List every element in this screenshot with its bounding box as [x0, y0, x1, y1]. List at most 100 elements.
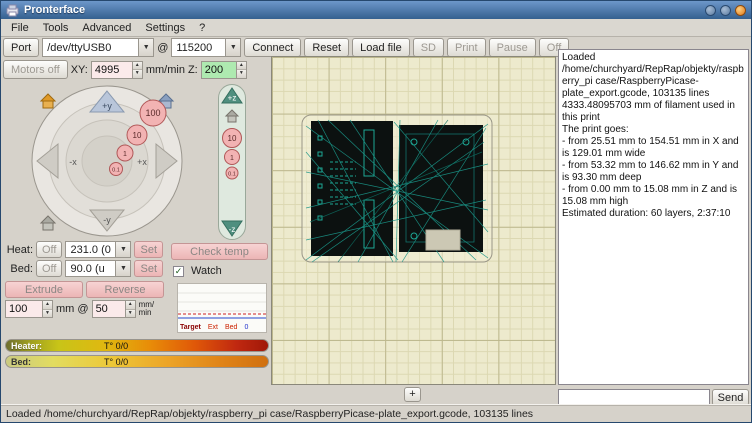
minus-y-label: -y [103, 215, 111, 225]
home-x-icon[interactable] [41, 94, 55, 108]
bed-set-button[interactable]: Set [134, 260, 163, 277]
spin-up-icon[interactable]: ▲ [133, 62, 142, 71]
minimize-button[interactable] [705, 5, 716, 16]
z-feed-spinner[interactable]: ▲ ▼ [201, 61, 247, 79]
window-title: Pronterface [24, 4, 85, 16]
extrude-speed-spinner[interactable]: ▲ ▼ [92, 300, 136, 318]
check-temp-button[interactable]: Check temp [171, 243, 268, 260]
heat-temp-combobox[interactable]: 231.0 (0 ▼ [65, 241, 131, 258]
heater-gauge: Heater: T° 0/0 [5, 339, 269, 352]
reset-button[interactable]: Reset [304, 38, 349, 57]
xy-feed-spinner[interactable]: ▲ ▼ [91, 61, 143, 79]
pause-button[interactable]: Pause [489, 38, 536, 57]
menubar: File Tools Advanced Settings ? [1, 19, 751, 37]
case-part-left [311, 121, 393, 256]
gcode-viewer[interactable] [271, 56, 556, 385]
xy-step-100-label: 100 [145, 108, 160, 118]
heat-set-button[interactable]: Set [134, 241, 163, 258]
extrude-length-spinner[interactable]: ▲ ▼ [5, 300, 53, 318]
chevron-down-icon[interactable]: ▼ [138, 39, 153, 56]
print-button[interactable]: Print [447, 38, 486, 57]
pronterface-window: Pronterface File Tools Advanced Settings… [0, 0, 752, 423]
chevron-down-icon[interactable]: ▼ [225, 39, 240, 56]
z-step-1-label: 1 [230, 155, 234, 162]
extrude-length-input[interactable] [6, 301, 42, 317]
bed-temp-value: 90.0 (u [66, 263, 115, 275]
extrude-length-unit: mm @ [56, 303, 89, 315]
home-all-icon[interactable] [41, 216, 55, 230]
baud-combobox[interactable]: 115200 ▼ [171, 38, 241, 57]
menu-advanced[interactable]: Advanced [75, 20, 138, 36]
watch-checkbox[interactable]: ✓ [173, 266, 184, 277]
port-combobox[interactable]: /dev/ttyUSB0 ▼ [42, 38, 154, 57]
window-controls [705, 5, 746, 16]
spin-down-icon[interactable]: ▼ [237, 70, 246, 78]
bed-gauge-value: T° 0/0 [104, 357, 128, 367]
close-button[interactable] [735, 5, 746, 16]
z-feed-label: Z: [188, 64, 198, 76]
heat-off-button[interactable]: Off [36, 241, 62, 258]
z-step-01-label: 0.1 [228, 172, 236, 178]
menu-help[interactable]: ? [192, 20, 212, 36]
xy-step-10-label: 10 [133, 131, 142, 140]
at-label: @ [157, 42, 168, 54]
log-output[interactable]: Loaded /home/churchyard/RepRap/objekty/r… [558, 49, 749, 385]
minus-z-label: -z [229, 225, 236, 234]
temp-graph: Target Ext Bed 0 [177, 283, 267, 333]
extrude-speed-input[interactable] [93, 301, 125, 317]
z-jog-strip: +z 10 1 0.1 -z [217, 83, 247, 241]
heater-gauge-label: Heater: [6, 341, 42, 351]
menu-file[interactable]: File [4, 20, 36, 36]
extrude-button[interactable]: Extrude [5, 281, 83, 298]
bed-temp-combobox[interactable]: 90.0 (u ▼ [65, 260, 131, 277]
main-content: Port /dev/ttyUSB0 ▼ @ 115200 ▼ Connect R… [1, 37, 751, 404]
xy-feed-input[interactable] [92, 62, 132, 78]
statusbar: Loaded /home/churchyard/RepRap/objekty/r… [1, 404, 751, 422]
heat-temp-value: 231.0 (0 [66, 244, 115, 256]
minus-x-label: -x [69, 157, 77, 167]
watch-label: Watch [191, 265, 222, 277]
watch-row: ✓ Watch [173, 265, 222, 277]
xy-feed-label: XY: [71, 64, 88, 76]
xy-step-1-label: 1 [123, 151, 127, 158]
spin-up-icon[interactable]: ▲ [237, 62, 246, 71]
load-file-button[interactable]: Load file [352, 38, 410, 57]
zoom-in-button[interactable]: + [404, 387, 421, 402]
chevron-down-icon[interactable]: ▼ [115, 261, 130, 276]
plus-x-label: +x [137, 157, 147, 167]
extrude-amount-row: ▲ ▼ mm @ ▲ ▼ mm/min [5, 300, 154, 318]
chevron-down-icon[interactable]: ▼ [115, 242, 130, 257]
bed-label: Bed: [5, 263, 33, 275]
port-button[interactable]: Port [3, 38, 39, 57]
spin-down-icon[interactable]: ▼ [126, 310, 135, 318]
extrude-speed-unit: mm/min [139, 301, 155, 317]
command-input[interactable] [558, 389, 710, 405]
bed-temp-row: Bed: Off 90.0 (u ▼ Set [5, 260, 163, 277]
titlebar[interactable]: Pronterface [1, 1, 751, 19]
temp-graph-plot [178, 284, 266, 320]
connection-toolbar: Port /dev/ttyUSB0 ▼ @ 115200 ▼ Connect R… [3, 38, 569, 57]
motors-off-button[interactable]: Motors off [3, 60, 68, 79]
spin-up-icon[interactable]: ▲ [126, 301, 135, 310]
reverse-button[interactable]: Reverse [86, 281, 164, 298]
bed-off-button[interactable]: Off [36, 260, 62, 277]
z-feed-input[interactable] [202, 62, 236, 78]
connect-button[interactable]: Connect [244, 38, 301, 57]
legend-ext: Ext [208, 324, 218, 331]
spin-down-icon[interactable]: ▼ [133, 70, 142, 78]
maximize-button[interactable] [720, 5, 731, 16]
z-step-10-label: 10 [228, 134, 237, 143]
bed-gauge-label: Bed: [6, 357, 31, 367]
menu-tools[interactable]: Tools [36, 20, 76, 36]
xy-feed-unit: mm/min [146, 64, 185, 76]
legend-bed: Bed [225, 324, 237, 331]
heat-label: Heat: [5, 244, 33, 256]
xy-step-01-label: 0.1 [112, 168, 120, 174]
spin-up-icon[interactable]: ▲ [43, 301, 52, 310]
menu-settings[interactable]: Settings [138, 20, 192, 36]
spin-down-icon[interactable]: ▼ [43, 310, 52, 318]
app-icon [6, 4, 19, 17]
plus-z-label: +z [228, 94, 237, 103]
feedrate-toolbar: Motors off XY: ▲ ▼ mm/min Z: ▲ ▼ [3, 60, 247, 79]
sd-button[interactable]: SD [413, 38, 444, 57]
